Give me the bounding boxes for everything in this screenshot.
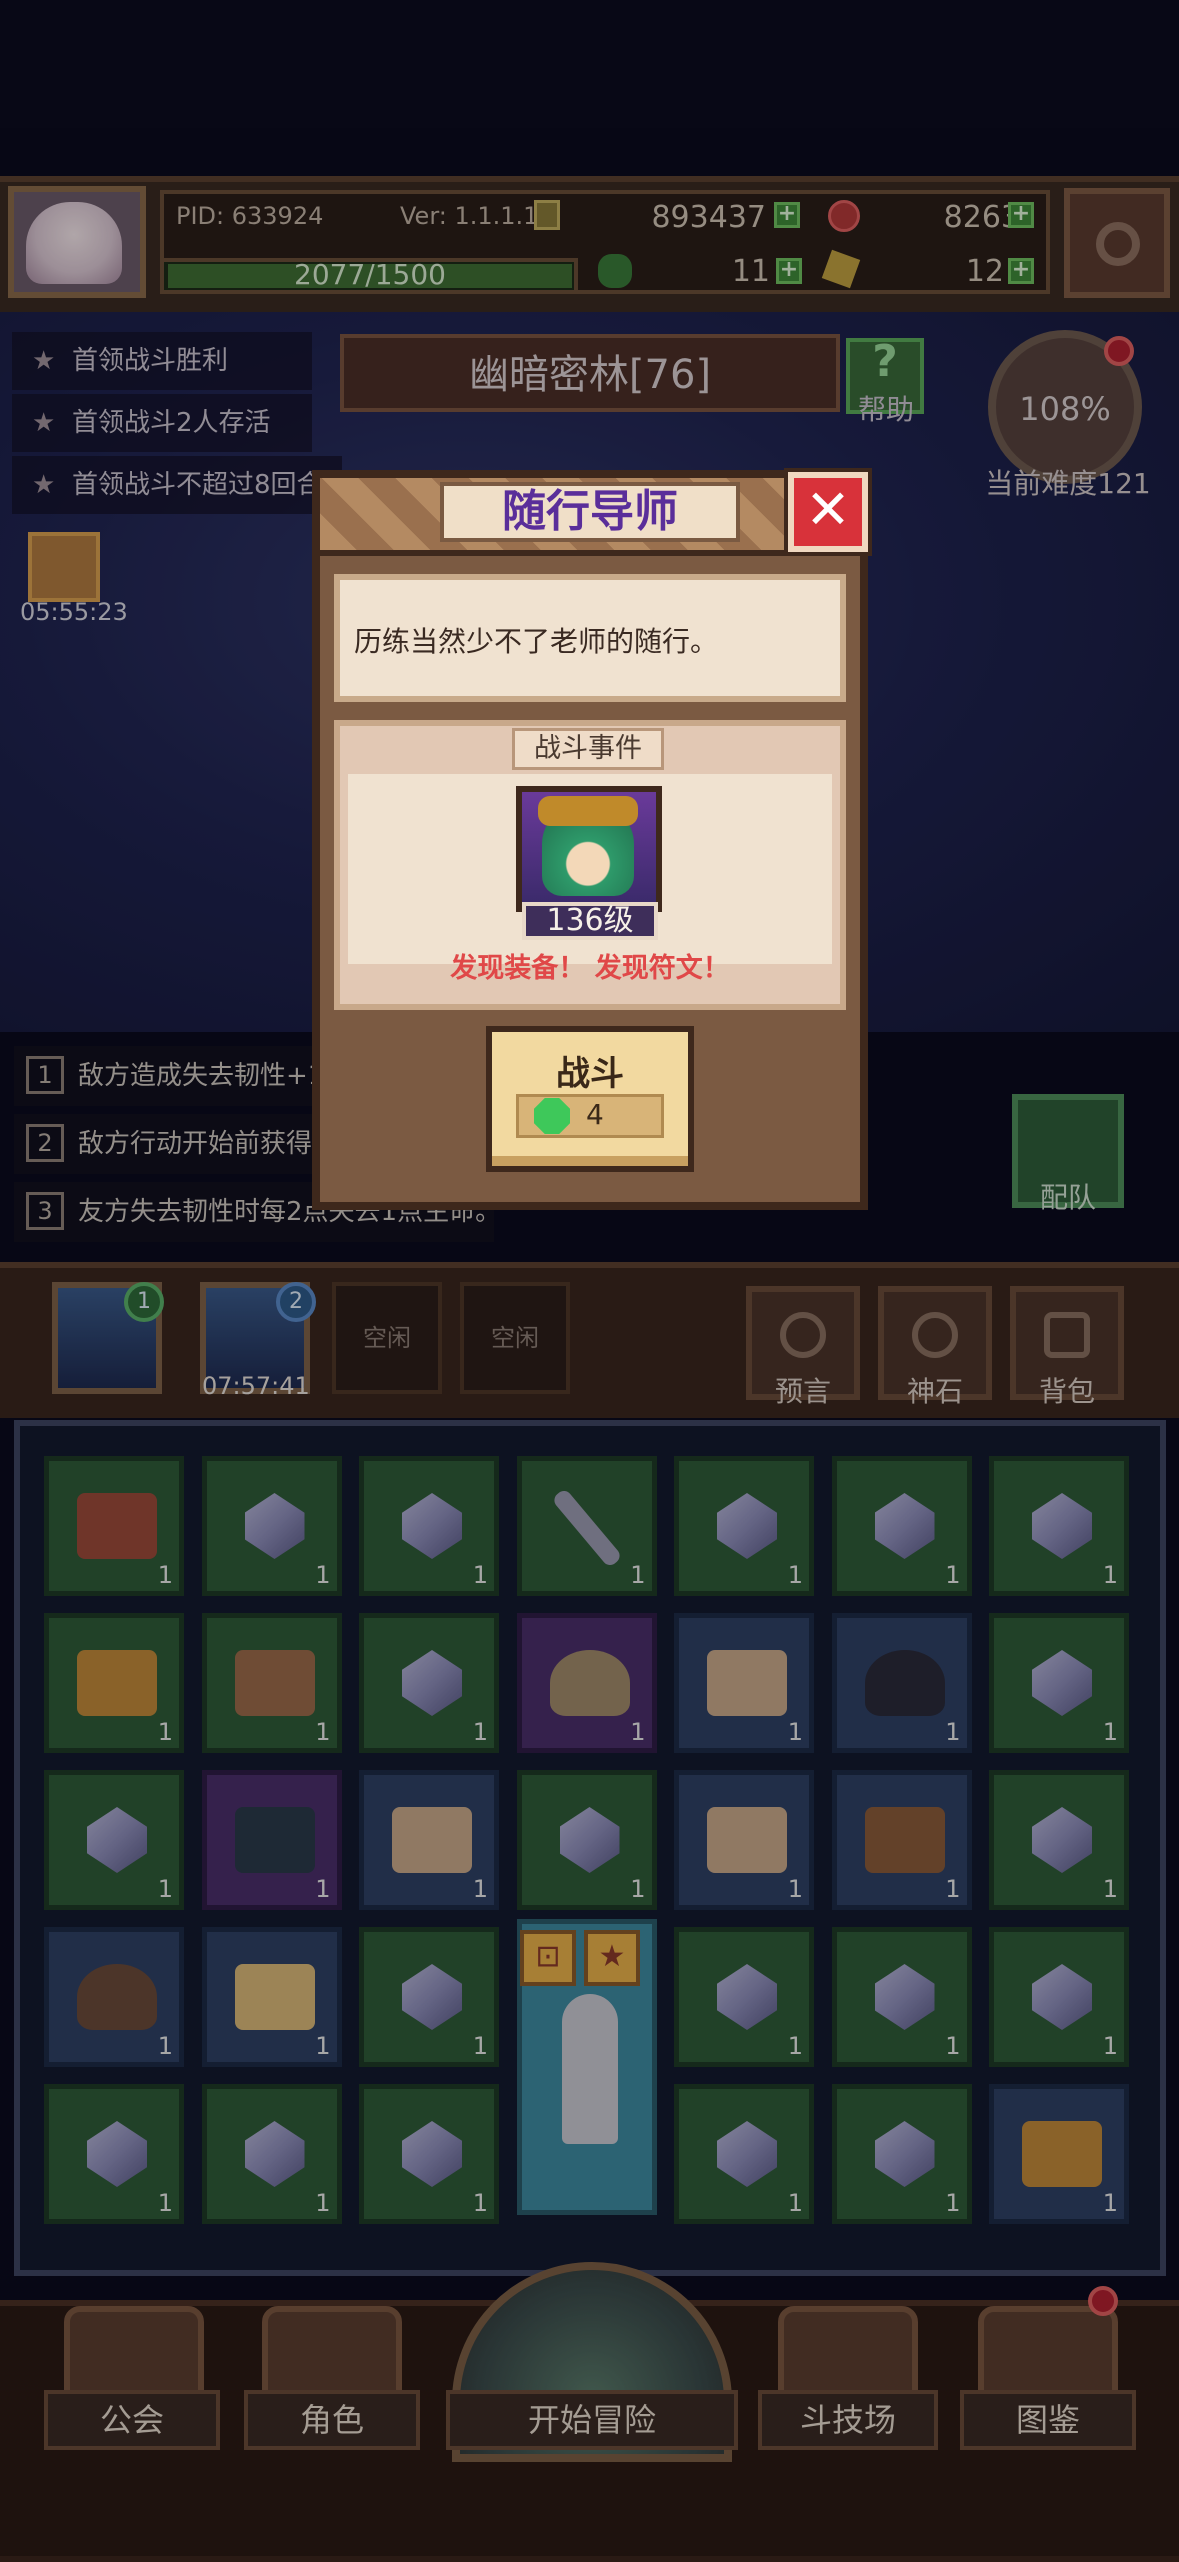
fight-label: 战斗 xyxy=(556,1054,624,1094)
dialog-title: 随行导师 xyxy=(440,482,740,542)
mentor-level: 136级 xyxy=(522,902,658,940)
mentor-portrait[interactable] xyxy=(516,786,662,912)
event-rewards-text: 发现装备！ 发现符文！ xyxy=(450,953,730,984)
event-title: 战斗事件 xyxy=(512,728,664,770)
clover-gem-icon xyxy=(534,1098,570,1134)
close-button[interactable]: ✕ xyxy=(784,468,872,556)
mentor-hat xyxy=(538,796,638,826)
dialog-description: 历练当然少不了老师的随行。 xyxy=(334,574,846,702)
modal-overlay[interactable] xyxy=(0,0,1179,2556)
close-icon: ✕ xyxy=(805,478,851,541)
fight-cost: 4 xyxy=(586,1098,604,1131)
